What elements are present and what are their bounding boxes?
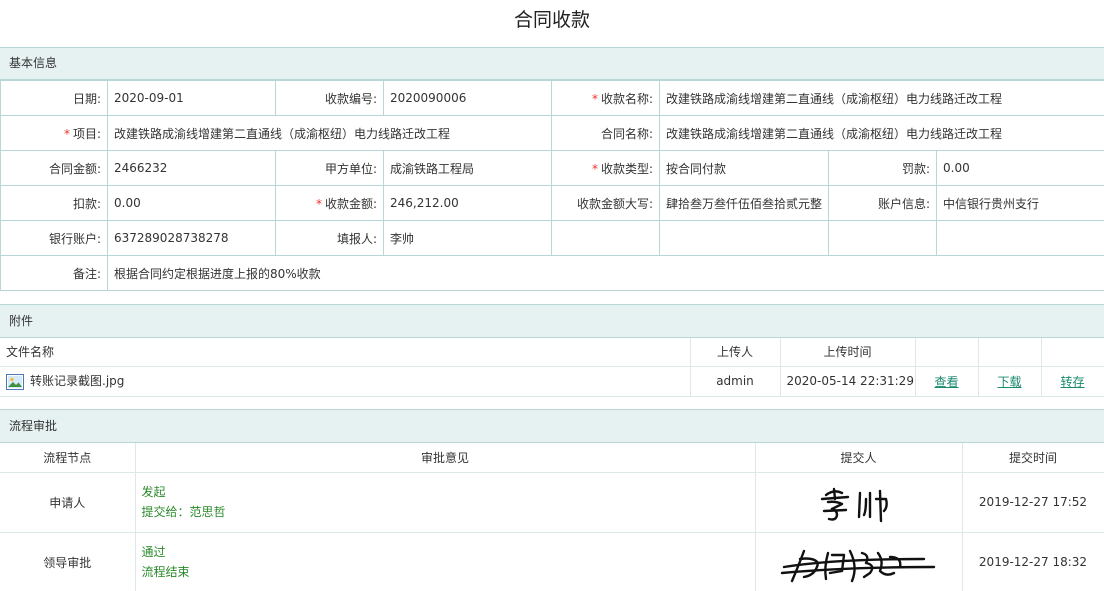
amount-upper-value: 肆拾叁万叁仟伍佰叁拾贰元整 — [659, 185, 829, 221]
download-link[interactable]: 下载 — [997, 375, 1021, 389]
contract-amount-label: 合同金额: — [0, 150, 108, 186]
project-label: * 项目: — [0, 115, 108, 151]
party-a-value: 成渝铁路工程局 — [383, 150, 552, 186]
receipt-type-value: 按合同付款 — [659, 150, 829, 186]
required-mark: * — [591, 161, 598, 176]
upload-time-header: 上传时间 — [780, 338, 916, 367]
party-a-label: 甲方单位: — [275, 150, 384, 186]
flow-time: 2019-12-27 17:52 — [962, 472, 1104, 533]
receipt-amount-value: 246,212.00 — [383, 185, 552, 221]
bank-account-value: 637289028738278 — [107, 220, 276, 256]
deduction-value: 0.00 — [107, 185, 276, 221]
file-name-header: 文件名称 — [0, 338, 691, 367]
opinion-line-2: 流程结束 — [141, 565, 190, 579]
time-header: 提交时间 — [962, 443, 1104, 473]
uploader-cell: admin — [690, 366, 781, 397]
file-name-text: 转账记录截图.jpg — [30, 374, 125, 389]
project-value: 改建铁路成渝线增建第二直通线（成渝枢纽）电力线路迁改工程 — [107, 115, 552, 151]
action-header — [1041, 338, 1104, 367]
receipt-amount-label: * 收款金额: — [275, 185, 384, 221]
contract-name-value: 改建铁路成渝线增建第二直通线（成渝枢纽）电力线路迁改工程 — [658, 115, 1104, 151]
flow-time: 2019-12-27 18:32 — [962, 532, 1104, 591]
required-mark: * — [591, 91, 598, 106]
empty-cell — [551, 220, 660, 256]
submitter-signature — [755, 472, 963, 533]
section-attachments: 附件 — [0, 304, 1104, 338]
file-name-cell: 转账记录截图.jpg — [0, 366, 691, 397]
attachment-row: 转账记录截图.jpg admin 2020-05-14 22:31:29 查看 … — [0, 366, 1104, 397]
account-info-label: 账户信息: — [828, 185, 937, 221]
empty-cell — [935, 220, 1104, 256]
receipt-type-label: * 收款类型: — [551, 150, 660, 186]
flow-opinion: 通过 流程结束 — [135, 532, 756, 591]
image-file-icon — [6, 373, 24, 390]
flow-node: 领导审批 — [0, 532, 136, 591]
flow-row: 申请人 发起 提交给：范思哲 2019-12-27 17:52 — [0, 472, 1104, 533]
flow-table: 流程节点 审批意见 提交人 提交时间 申请人 发起 提交给：范思哲 2019-1… — [0, 443, 1104, 591]
receipt-no-value: 2020090006 — [383, 80, 552, 116]
empty-cell — [659, 220, 829, 256]
signature-image — [820, 487, 888, 523]
required-mark: * — [63, 126, 70, 141]
receipt-no-label: 收款编号: — [275, 80, 384, 116]
empty-cell — [828, 220, 937, 256]
receipt-name-label: * 收款名称: — [551, 80, 660, 116]
flow-node: 申请人 — [0, 472, 136, 533]
submitter-header: 提交人 — [755, 443, 963, 473]
receipt-name-value: 改建铁路成渝线增建第二直通线（成渝枢纽）电力线路迁改工程 — [658, 80, 1104, 116]
opinion-line-1: 发起 — [141, 485, 166, 499]
attachments-table: 文件名称 上传人 上传时间 转账记录截图.jpg admin 2020-05-1… — [0, 338, 1104, 397]
opinion-header: 审批意见 — [135, 443, 756, 473]
submitter-signature — [755, 532, 963, 591]
reporter-label: 填报人: — [275, 220, 384, 256]
contract-name-label: 合同名称: — [551, 115, 660, 151]
upload-time-cell: 2020-05-14 22:31:29 — [780, 366, 916, 397]
node-header: 流程节点 — [0, 443, 136, 473]
required-mark: * — [315, 196, 322, 211]
account-info-value: 中信银行贵州支行 — [935, 185, 1104, 221]
flow-opinion: 发起 提交给：范思哲 — [135, 472, 756, 533]
opinion-line-1: 通过 — [141, 545, 166, 559]
action-header — [915, 338, 979, 367]
basic-info-table: 日期: 2020-09-01 收款编号: 2020090006 * 收款名称: 改… — [0, 80, 1104, 291]
view-link[interactable]: 查看 — [934, 375, 958, 389]
opinion-line-2: 提交给：范思哲 — [141, 505, 226, 519]
penalty-value: 0.00 — [935, 150, 1104, 186]
remark-value: 根据合同约定根据进度上报的80%收款 — [106, 255, 1104, 291]
signature-image — [780, 549, 935, 583]
amount-upper-label: 收款金额大写: — [551, 185, 660, 221]
page-title: 合同收款 — [513, 9, 590, 31]
uploader-header: 上传人 — [690, 338, 781, 367]
contract-amount-value: 2466232 — [107, 150, 276, 186]
save-link[interactable]: 转存 — [1060, 375, 1084, 389]
penalty-label: 罚款: — [828, 150, 937, 186]
action-header — [978, 338, 1042, 367]
bank-account-label: 银行账户: — [0, 220, 108, 256]
remark-label: 备注: — [0, 255, 108, 291]
date-value: 2020-09-01 — [107, 80, 276, 116]
section-basic-info: 基本信息 — [0, 47, 1104, 80]
section-flow-approval: 流程审批 — [0, 409, 1104, 443]
reporter-value: 李帅 — [383, 220, 552, 256]
date-label: 日期: — [0, 80, 108, 116]
deduction-label: 扣款: — [0, 185, 108, 221]
flow-row: 领导审批 通过 流程结束 2019-12-27 18:32 — [0, 532, 1104, 591]
